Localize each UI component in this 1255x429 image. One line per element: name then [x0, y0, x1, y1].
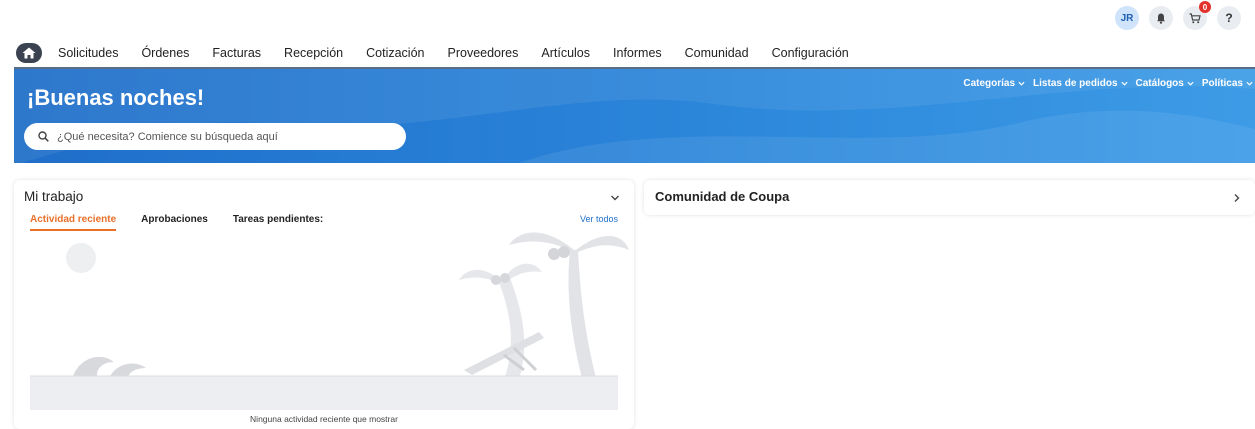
- cart-button[interactable]: 0: [1183, 1, 1211, 30]
- hero-menu: Categorías Listas de pedidos Catálogos P…: [963, 78, 1253, 89]
- nav-solicitudes[interactable]: Solicitudes: [58, 46, 118, 60]
- chevron-down-icon: [1120, 81, 1128, 86]
- menu-politicas[interactable]: Políticas: [1202, 78, 1253, 89]
- user-avatar[interactable]: JR: [1115, 6, 1139, 30]
- my-work-card: Mi trabajo Actividad reciente Aprobacion…: [14, 180, 634, 429]
- my-work-title: Mi trabajo: [24, 189, 84, 204]
- utility-bar: JR 0 ?: [1115, 1, 1241, 30]
- chevron-down-icon: [1187, 81, 1194, 86]
- community-title: Comunidad de Coupa: [655, 189, 790, 204]
- nav-configuracion[interactable]: Configuración: [772, 46, 849, 60]
- cart-count-badge: 0: [1199, 1, 1211, 13]
- chevron-down-icon: [1018, 81, 1025, 86]
- menu-catalogos[interactable]: Catálogos: [1136, 78, 1194, 89]
- nav-informes[interactable]: Informes: [613, 46, 662, 60]
- hero-banner: ¡Buenas noches! Categorías Listas de ped…: [14, 67, 1255, 163]
- empty-state-message: Ninguna actividad reciente que mostrar: [250, 414, 398, 424]
- home-button[interactable]: [16, 43, 42, 63]
- menu-listas-de-pedidos[interactable]: Listas de pedidos: [1033, 78, 1128, 89]
- nav-comunidad[interactable]: Comunidad: [685, 46, 749, 60]
- chevron-right-icon[interactable]: [1233, 193, 1241, 203]
- greeting-title: ¡Buenas noches!: [27, 85, 205, 110]
- menu-categorias[interactable]: Categorías: [963, 78, 1025, 89]
- search-icon: [38, 131, 49, 142]
- chevron-down-icon: [1246, 81, 1253, 86]
- nav-ordenes[interactable]: Órdenes: [141, 46, 189, 60]
- notifications-button[interactable]: [1149, 6, 1173, 30]
- home-icon: [22, 47, 36, 59]
- main-nav: Solicitudes Órdenes Facturas Recepción C…: [16, 42, 872, 64]
- nav-articulos[interactable]: Artículos: [541, 46, 590, 60]
- cart-icon: [1189, 12, 1201, 23]
- nav-facturas[interactable]: Facturas: [212, 46, 261, 60]
- search-input[interactable]: [57, 130, 377, 143]
- nav-recepcion[interactable]: Recepción: [284, 46, 343, 60]
- community-card[interactable]: Comunidad de Coupa: [644, 180, 1255, 215]
- chevron-down-icon[interactable]: [610, 194, 620, 202]
- nav-cotizacion[interactable]: Cotización: [366, 46, 424, 60]
- search-box[interactable]: [24, 123, 406, 150]
- bell-icon: [1157, 13, 1165, 24]
- help-button[interactable]: ?: [1217, 6, 1241, 30]
- beach-illustration: [30, 232, 629, 410]
- nav-proveedores[interactable]: Proveedores: [448, 46, 519, 60]
